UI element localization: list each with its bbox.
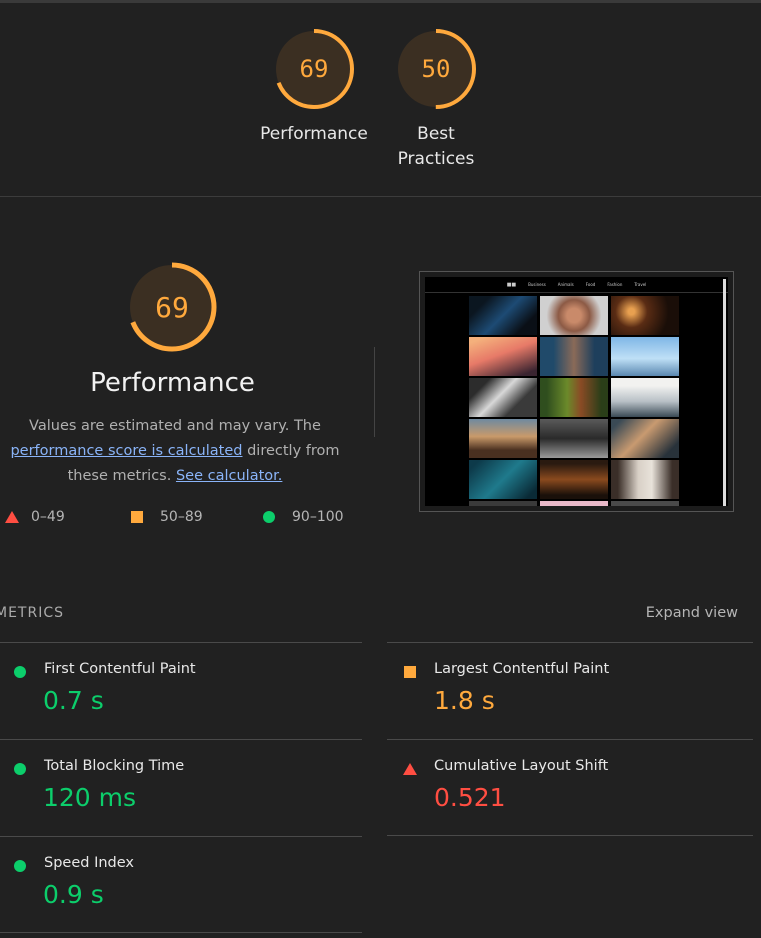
metric-name: Largest Contentful Paint <box>434 661 610 677</box>
photo-tile <box>540 460 608 499</box>
average-square-icon <box>404 666 416 678</box>
square-icon <box>131 511 143 523</box>
legend-poor: 0–49 <box>5 509 65 525</box>
final-screenshot-thumbnail[interactable]: ■■ Business Animals Food Fashion Travel <box>419 271 734 512</box>
vertical-separator <box>374 347 375 437</box>
label-line1: Best <box>417 124 455 144</box>
metric-name: Total Blocking Time <box>44 758 185 774</box>
gauge-label-performance[interactable]: Performance <box>244 122 384 147</box>
poor-triangle-icon <box>403 763 417 775</box>
photo-tile <box>469 501 537 506</box>
screenshot-nav-item: Fashion <box>607 282 623 287</box>
metric-name: First Contentful Paint <box>44 661 196 677</box>
photo-tile <box>469 419 537 458</box>
metric-name: Cumulative Layout Shift <box>434 758 609 774</box>
metric-divider <box>387 642 753 643</box>
metric-divider <box>0 739 362 740</box>
gauge-best-practices[interactable]: 50 <box>395 28 477 110</box>
see-calculator-link[interactable]: See calculator. <box>176 468 282 484</box>
label-line2: Practices <box>397 149 475 169</box>
metric-value: 120 ms <box>43 783 137 812</box>
screenshot-content: ■■ Business Animals Food Fashion Travel <box>425 277 728 506</box>
metric-value: 1.8 s <box>434 686 495 715</box>
metric-divider <box>0 836 362 837</box>
circle-icon <box>263 511 275 523</box>
gauge-performance-large: 69 <box>127 262 217 352</box>
legend-range: 0–49 <box>31 509 65 525</box>
top-border <box>0 0 761 3</box>
screenshot-nav-item: Food <box>585 282 596 287</box>
legend-range: 90–100 <box>292 509 344 525</box>
screenshot-nav-item: Animals <box>557 282 574 287</box>
metric-value: 0.9 s <box>43 880 104 909</box>
photo-tile <box>611 378 679 417</box>
legend-average: 50–89 <box>131 509 203 525</box>
photo-tile <box>540 296 608 335</box>
metric-value: 0.7 s <box>43 686 104 715</box>
screenshot-nav: ■■ Business Animals Food Fashion Travel <box>425 277 728 293</box>
metric-cumulative-layout-shift: Cumulative Layout Shift 0.521 <box>387 739 753 836</box>
performance-title: Performance <box>90 368 255 398</box>
legend-good: 90–100 <box>263 509 344 525</box>
gauge-score: 69 <box>299 55 329 83</box>
photo-tile <box>611 460 679 499</box>
screenshot-photo-grid <box>469 296 680 506</box>
photo-tile <box>611 337 679 376</box>
expand-view-toggle[interactable]: Expand view <box>646 605 738 621</box>
photo-tile <box>611 419 679 458</box>
screenshot-scrollbar <box>723 279 726 506</box>
photo-tile <box>540 501 608 506</box>
description-text: Values are estimated and may vary. The <box>29 418 321 434</box>
metric-value: 0.521 <box>434 783 506 812</box>
performance-description: Values are estimated and may vary. The p… <box>0 414 355 489</box>
metrics-header: METRICS <box>0 605 64 621</box>
good-circle-icon <box>14 763 26 775</box>
metric-divider <box>0 932 362 933</box>
screenshot-nav-item: Travel <box>634 282 647 287</box>
photo-tile <box>469 460 537 499</box>
metric-divider <box>0 642 362 643</box>
gauge-label-best-practices[interactable]: Best Practices <box>366 122 506 172</box>
metric-divider <box>387 739 753 740</box>
metric-name: Speed Index <box>44 855 134 871</box>
metric-speed-index: Speed Index 0.9 s <box>0 836 362 933</box>
good-circle-icon <box>14 666 26 678</box>
photo-tile <box>540 378 608 417</box>
photo-tile <box>469 296 537 335</box>
gauge-performance-small[interactable]: 69 <box>273 28 355 110</box>
photo-tile <box>469 378 537 417</box>
photo-tile <box>611 501 679 506</box>
photo-tile <box>469 337 537 376</box>
score-calculated-link[interactable]: performance score is calculated <box>10 443 242 459</box>
metric-first-contentful-paint: First Contentful Paint 0.7 s <box>0 642 362 739</box>
metric-largest-contentful-paint: Largest Contentful Paint 1.8 s <box>387 642 753 739</box>
photo-tile <box>540 419 608 458</box>
section-divider <box>0 196 761 197</box>
gauge-score: 69 <box>155 290 189 324</box>
gauge-score: 50 <box>421 55 451 83</box>
photo-tile <box>611 296 679 335</box>
good-circle-icon <box>14 860 26 872</box>
triangle-icon <box>5 511 19 523</box>
photo-tile <box>540 337 608 376</box>
screenshot-nav-item: Business <box>528 282 546 287</box>
legend-range: 50–89 <box>160 509 203 525</box>
metric-divider <box>387 835 753 836</box>
metric-total-blocking-time: Total Blocking Time 120 ms <box>0 739 362 836</box>
